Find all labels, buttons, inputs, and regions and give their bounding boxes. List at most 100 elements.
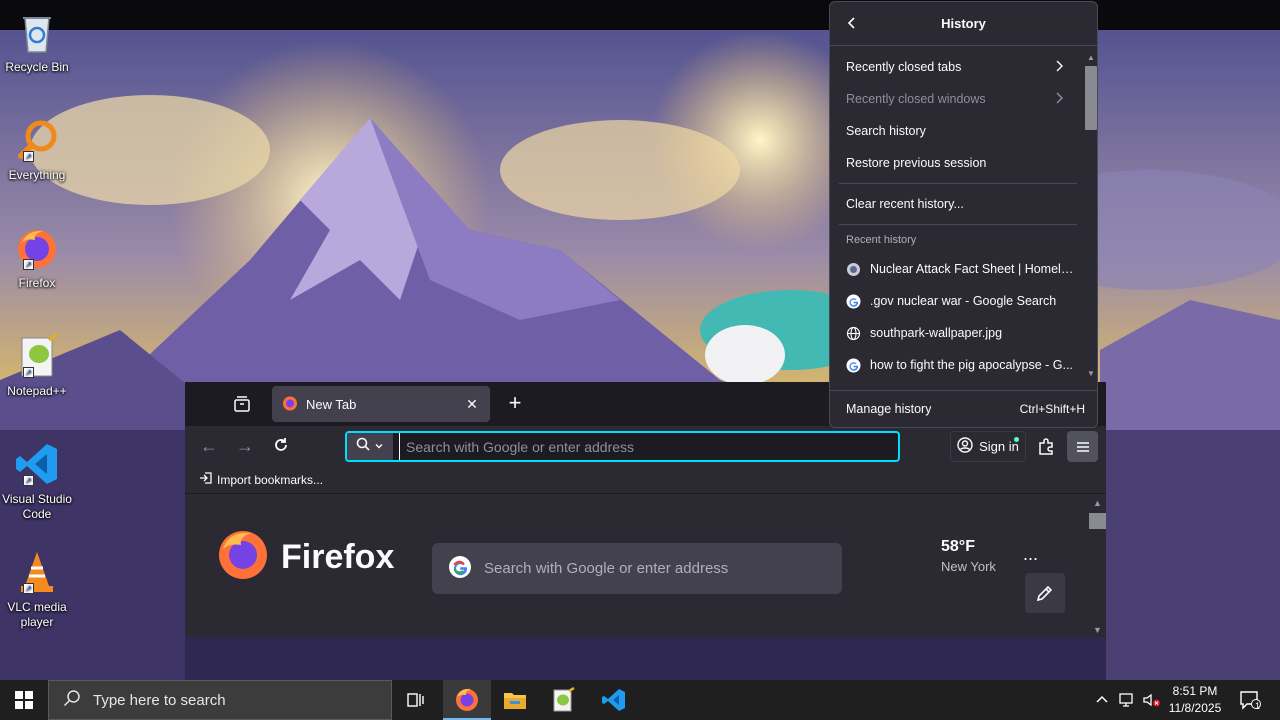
chevron-right-icon (1054, 59, 1066, 76)
history-entry-title: Nuclear Attack Fact Sheet | Homela... (870, 262, 1074, 276)
chevron-left-icon[interactable] (844, 15, 860, 31)
desktop-icon-recycle-bin[interactable]: Recycle Bin (2, 8, 72, 75)
site-icon (846, 262, 861, 277)
menu-item-label: Search history (846, 124, 926, 138)
history-panel-title: History (941, 16, 986, 31)
vscode-taskbar-icon[interactable] (590, 680, 638, 720)
scroll-down-icon[interactable]: ▼ (1089, 623, 1106, 637)
recently-closed-windows-item[interactable]: Recently closed windows (839, 84, 1074, 114)
shortcut-arrow-icon: ↗ (23, 583, 34, 594)
hamburger-menu-icon[interactable] (1067, 431, 1098, 462)
google-icon (448, 555, 472, 583)
menu-item-label: Restore previous session (846, 156, 987, 170)
firefox-wordmark: Firefox (217, 527, 394, 588)
desktop-icon-label: Visual Studio Code (2, 492, 72, 521)
desktop-icon-vlc[interactable]: ↗ VLC media player (2, 548, 72, 630)
taskbar-firefox-icon[interactable] (443, 680, 491, 720)
import-bookmarks-link[interactable]: Import bookmarks... (217, 473, 323, 487)
search-history-item[interactable]: Search history (839, 116, 1074, 146)
history-entry[interactable]: Nuclear Attack Fact Sheet | Homela... (839, 254, 1074, 284)
firefox-favicon-icon (282, 395, 298, 414)
manage-history-item[interactable]: Manage history Ctrl+Shift+H (839, 394, 1091, 424)
back-arrow-icon[interactable]: ← (199, 436, 219, 456)
newtab-search-box[interactable]: Search with Google or enter address (432, 543, 842, 594)
new-tab-button[interactable]: + (505, 392, 525, 414)
sign-in-button[interactable]: Sign in (950, 431, 1026, 462)
desktop-icon-vscode[interactable]: ↗ Visual Studio Code (2, 440, 72, 522)
globe-icon (846, 326, 861, 341)
google-icon (846, 294, 861, 309)
recently-closed-tabs-item[interactable]: Recently closed tabs (839, 52, 1074, 82)
show-hidden-icons-chevron-icon[interactable] (1094, 680, 1110, 720)
clear-recent-history-item[interactable]: Clear recent history... (839, 189, 1074, 219)
sign-in-label: Sign in (979, 439, 1019, 454)
desktop-icon-notepad-plus-plus[interactable]: ↗ Notepad++ (2, 332, 72, 399)
bookmarks-toolbar: Import bookmarks... (185, 466, 1106, 494)
weather-temperature: 58°F (941, 538, 975, 555)
scrollbar-thumb[interactable] (1089, 513, 1106, 529)
taskbar-clock[interactable]: 8:51 PM 11/8/2025 (1164, 683, 1226, 717)
notification-dot (1014, 437, 1019, 442)
menu-item-label: Manage history (846, 402, 932, 416)
shortcut-arrow-icon: ↗ (23, 475, 34, 486)
restore-previous-session-item[interactable]: Restore previous session (839, 148, 1074, 178)
action-center-icon[interactable]: 1 (1230, 680, 1270, 720)
scroll-down-icon[interactable]: ▼ (1084, 368, 1097, 380)
new-tab-page: Firefox Search with Google or enter addr… (185, 494, 1089, 637)
pencil-edit-icon[interactable] (1025, 573, 1065, 613)
history-entry-title: southpark-wallpaper.jpg (870, 326, 1003, 340)
nav-bar: ← → Sign in (185, 426, 1106, 466)
desktop-icon-label: Recycle Bin (5, 60, 69, 74)
account-icon (957, 437, 973, 456)
file-explorer-icon[interactable] (491, 680, 539, 720)
menu-separator (839, 224, 1077, 225)
network-icon[interactable] (1118, 680, 1136, 720)
weather-widget[interactable]: 58°F New York (941, 538, 996, 574)
scroll-up-icon[interactable]: ▲ (1084, 52, 1097, 64)
page-scrollbar[interactable]: ▲ ▼ (1089, 494, 1106, 637)
volume-muted-icon[interactable] (1142, 680, 1162, 720)
scrollbar-thumb[interactable] (1085, 66, 1097, 130)
notepad-plus-plus-icon: ↗ (13, 332, 61, 380)
chevron-right-icon (1054, 91, 1066, 108)
desktop-icon-firefox[interactable]: ↗ Firefox (2, 224, 72, 291)
history-entry[interactable]: southpark-wallpaper.jpg (839, 318, 1074, 348)
menu-item-label: Recently closed windows (846, 92, 986, 106)
firefox-logo-icon (217, 527, 269, 588)
chevron-down-icon (374, 438, 384, 456)
desktop-icon-label: Firefox (18, 276, 56, 290)
firefox-view-icon[interactable] (231, 394, 253, 416)
more-options-icon[interactable]: ... (1023, 544, 1038, 565)
newtab-search-placeholder: Search with Google or enter address (484, 560, 729, 577)
extensions-puzzle-icon[interactable] (1035, 435, 1057, 457)
notepad-plus-plus-taskbar-icon[interactable] (539, 680, 587, 720)
vlc-cone-icon: ↗ (13, 548, 61, 596)
google-icon (846, 358, 861, 373)
history-entry-title: .gov nuclear war - Google Search (870, 294, 1057, 308)
history-entry-title: how to fight the pig apocalypse - G... (870, 358, 1073, 372)
desktop-icon-label: VLC media player (7, 600, 67, 629)
address-bar[interactable] (345, 431, 900, 462)
notification-count: 1 (1255, 701, 1261, 711)
firefox-icon: ↗ (13, 224, 61, 272)
search-engine-selector[interactable] (347, 433, 393, 460)
url-input[interactable] (399, 433, 898, 460)
taskbar-search-box[interactable]: Type here to search (48, 680, 392, 720)
scroll-up-icon[interactable]: ▲ (1089, 496, 1106, 510)
taskbar-search-placeholder: Type here to search (93, 691, 226, 709)
desktop-icon-everything[interactable]: ↗ Everything (2, 116, 72, 183)
everything-icon: ↗ (13, 116, 61, 164)
forward-arrow-icon[interactable]: → (235, 436, 255, 456)
history-panel: History Recently closed tabs Recently cl… (829, 1, 1098, 428)
windows-start-icon[interactable] (0, 680, 48, 720)
history-entry[interactable]: how to fight the pig apocalypse - G... (839, 350, 1074, 380)
history-scrollbar[interactable]: ▲ ▼ (1084, 50, 1097, 382)
reload-icon[interactable] (271, 436, 291, 456)
tab-new-tab[interactable]: New Tab ✕ (272, 386, 490, 422)
clock-time: 8:51 PM (1172, 684, 1218, 698)
history-entry[interactable]: .gov nuclear war - Google Search (839, 286, 1074, 316)
task-view-icon[interactable] (392, 680, 440, 720)
history-panel-header: History (830, 2, 1097, 46)
shortcut-arrow-icon: ↗ (23, 259, 34, 270)
close-tab-icon[interactable]: ✕ (464, 396, 480, 412)
